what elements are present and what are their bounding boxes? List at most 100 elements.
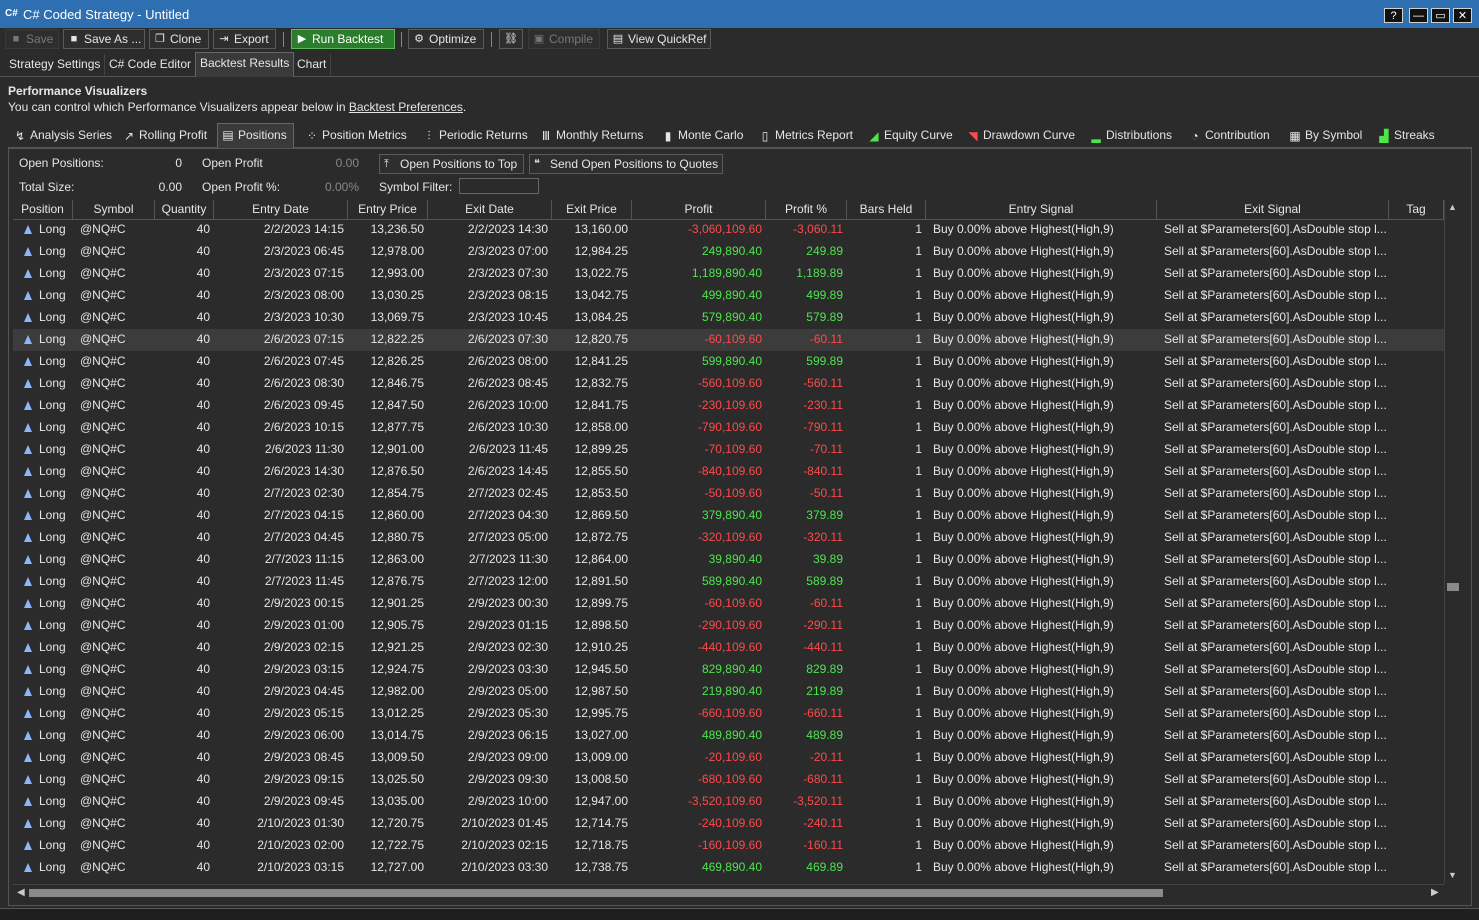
close-button[interactable]: ✕ [1453,8,1472,23]
table-row[interactable]: Long @NQ#C 40 2/7/2023 11:15 12,863.00 2/7/20… [13,549,1444,571]
column-header[interactable]: Quantity [155,200,214,219]
vertical-scrollbar[interactable]: ▲ ▼ [1444,200,1461,884]
scroll-left-icon[interactable]: ◀ [17,887,25,898]
table-cell: @NQ#C [80,486,126,500]
table-row[interactable]: Long @NQ#C 40 2/9/2023 03:15 12,924.75 2/9/20… [13,659,1444,681]
column-header[interactable]: Exit Date [428,200,552,219]
column-header[interactable]: Tag [1389,200,1444,219]
table-cell: 1 [915,552,922,566]
table-row[interactable]: Long @NQ#C 40 2/7/2023 02:30 12,854.75 2/7/20… [13,483,1444,505]
table-row[interactable]: Long @NQ#C 40 2/9/2023 04:45 12,982.00 2/9/20… [13,681,1444,703]
tab-analysis-series[interactable]: ↯ Analysis Series [10,125,118,146]
tab-contribution[interactable]: ◔ Contribution [1185,125,1276,146]
send-to-quotes-button[interactable]: ❝ Send Open Positions to Quotes [529,154,723,174]
tab-equity-curve[interactable]: ◢ Equity Curve [864,125,959,146]
table-row[interactable]: Long @NQ#C 40 2/7/2023 11:45 12,876.75 2/7/20… [13,571,1444,593]
column-header[interactable]: Profit % [766,200,847,219]
table-cell: 12,984.25 [574,244,628,258]
table-cell: 2/9/2023 01:15 [467,618,548,632]
table-row[interactable]: Long @NQ#C 40 2/10/2023 02:00 12,722.75 2/10/… [13,835,1444,857]
open-positions-to-top-button[interactable]: ⤒ Open Positions to Top [379,154,524,174]
table-row[interactable]: Long @NQ#C 40 2/9/2023 06:00 13,014.75 2/9/20… [13,725,1444,747]
minimize-button[interactable]: — [1409,8,1428,23]
table-row[interactable]: Long @NQ#C 40 2/7/2023 04:15 12,860.00 2/7/20… [13,505,1444,527]
scroll-down-icon[interactable]: ▼ [1448,870,1457,880]
tab-metrics-report[interactable]: ▯ Metrics Report [755,125,859,146]
table-row[interactable]: Long @NQ#C 40 2/6/2023 11:30 12,901.00 2/6/20… [13,439,1444,461]
table-cell: 2/9/2023 09:00 [467,750,548,764]
tab-monthly-returns[interactable]: Ⅲ Monthly Returns [536,125,649,146]
table-cell: 13,069.75 [370,310,424,324]
table-row[interactable]: Long @NQ#C 40 2/6/2023 07:45 12,826.25 2/6/20… [13,351,1444,373]
table-row[interactable]: Long @NQ#C 40 2/3/2023 08:00 13,030.25 2/3/20… [13,285,1444,307]
maximize-button[interactable]: ▭ [1431,8,1450,23]
table-row[interactable]: Long @NQ#C 40 2/10/2023 01:30 12,720.75 2/10/… [13,813,1444,835]
tab-rolling-profit[interactable]: ↗ Rolling Profit [119,125,213,146]
column-header[interactable]: Exit Signal [1157,200,1389,219]
tab-streaks[interactable]: ▟ Streaks [1374,125,1441,146]
app-icon: C# [5,8,18,19]
link-button[interactable]: ⛓ [499,29,523,49]
column-header[interactable]: Position [13,200,73,219]
table-row[interactable]: Long @NQ#C 40 2/9/2023 02:15 12,921.25 2/9/20… [13,637,1444,659]
column-header[interactable]: Entry Signal [926,200,1157,219]
table-cell: @NQ#C [80,376,126,390]
column-header[interactable]: Symbol [73,200,155,219]
tab-positions[interactable]: ▤ Positions [217,123,294,148]
run-backtest-button[interactable]: ▶ Run Backtest [291,29,395,49]
save-as-button[interactable]: ■ Save As ... [63,29,145,49]
optimize-button[interactable]: ⚙ Optimize [408,29,484,49]
table-row[interactable]: Long @NQ#C 40 2/6/2023 10:15 12,877.75 2/6/20… [13,417,1444,439]
table-row[interactable]: Long @NQ#C 40 2/3/2023 07:15 12,993.00 2/3/20… [13,263,1444,285]
table-row[interactable]: Long @NQ#C 40 2/2/2023 14:15 13,236.50 2/2/20… [13,219,1444,241]
scroll-up-icon[interactable]: ▲ [1448,202,1457,212]
tab-position-metrics[interactable]: ⁘ Position Metrics [302,125,413,146]
table-row[interactable]: Long @NQ#C 40 2/6/2023 09:45 12,847.50 2/6/20… [13,395,1444,417]
save-button[interactable]: ■ Save [5,29,59,49]
tab-code-editor[interactable]: C# Code Editor [105,54,197,75]
table-cell: Buy 0.00% above Highest(High,9) [933,552,1114,566]
table-row[interactable]: Long @NQ#C 40 2/7/2023 04:45 12,880.75 2/7/20… [13,527,1444,549]
tab-periodic-returns[interactable]: ⫶ Periodic Returns [419,125,534,146]
symbol-filter-input[interactable] [459,178,539,194]
tab-strategy-settings[interactable]: Strategy Settings [5,54,106,75]
tab-distributions[interactable]: ▂ Distributions [1086,125,1178,146]
table-row[interactable]: Long @NQ#C 40 2/9/2023 09:15 13,025.50 2/9/20… [13,769,1444,791]
scroll-thumb[interactable] [1447,583,1459,591]
column-header[interactable]: Profit [632,200,766,219]
table-row[interactable]: Long @NQ#C 40 2/10/2023 03:15 12,727.00 2/10/… [13,857,1444,879]
table-row[interactable]: Long @NQ#C 40 2/6/2023 07:15 12,822.25 2/6/20… [13,329,1444,351]
horizontal-scrollbar[interactable]: ◀ ▶ [13,884,1444,901]
table-cell: Buy 0.00% above Highest(High,9) [933,860,1114,874]
view-quickref-button[interactable]: ▤ View QuickRef [607,29,711,49]
table-row[interactable]: Long @NQ#C 40 2/6/2023 08:30 12,846.75 2/6/20… [13,373,1444,395]
compile-button[interactable]: ▣ Compile [528,29,600,49]
tab-drawdown-curve[interactable]: ◥ Drawdown Curve [963,125,1081,146]
tab-monte-carlo[interactable]: ▮ Monte Carlo [658,125,749,146]
column-header[interactable]: Bars Held [847,200,926,219]
clone-button[interactable]: ❐ Clone [149,29,209,49]
table-cell: Sell at $Parameters[60].AsDouble stop l.… [1164,266,1387,280]
tab-chart[interactable]: Chart [293,54,332,75]
column-header[interactable]: Entry Price [348,200,428,219]
scroll-right-icon[interactable]: ▶ [1431,887,1439,898]
column-header[interactable]: Exit Price [552,200,632,219]
table-row[interactable]: Long @NQ#C 40 2/3/2023 06:45 12,978.00 2/3/20… [13,241,1444,263]
hscroll-thumb[interactable] [29,889,1163,897]
table-row[interactable]: Long @NQ#C 40 2/9/2023 08:45 13,009.50 2/9/20… [13,747,1444,769]
table-row[interactable]: Long @NQ#C 40 2/9/2023 05:15 13,012.25 2/9/20… [13,703,1444,725]
export-button[interactable]: ⇥ Export [213,29,276,49]
table-row[interactable]: Long @NQ#C 40 2/9/2023 09:45 13,035.00 2/9/20… [13,791,1444,813]
backtest-preferences-link[interactable]: Backtest Preferences [349,100,463,114]
table-cell: Buy 0.00% above Highest(High,9) [933,596,1114,610]
tab-by-symbol[interactable]: ▦ By Symbol [1285,125,1368,146]
table-row[interactable]: Long @NQ#C 40 2/9/2023 01:00 12,905.75 2/9/20… [13,615,1444,637]
pie-icon: ◔ [1191,129,1199,143]
table-cell: 1 [915,398,922,412]
table-row[interactable]: Long @NQ#C 40 2/9/2023 00:15 12,901.25 2/9/20… [13,593,1444,615]
table-row[interactable]: Long @NQ#C 40 2/3/2023 10:30 13,069.75 2/3/20… [13,307,1444,329]
tab-backtest-results[interactable]: Backtest Results [195,52,295,77]
help-button[interactable]: ? [1384,8,1403,23]
column-header[interactable]: Entry Date [214,200,348,219]
table-row[interactable]: Long @NQ#C 40 2/6/2023 14:30 12,876.50 2/6/20… [13,461,1444,483]
